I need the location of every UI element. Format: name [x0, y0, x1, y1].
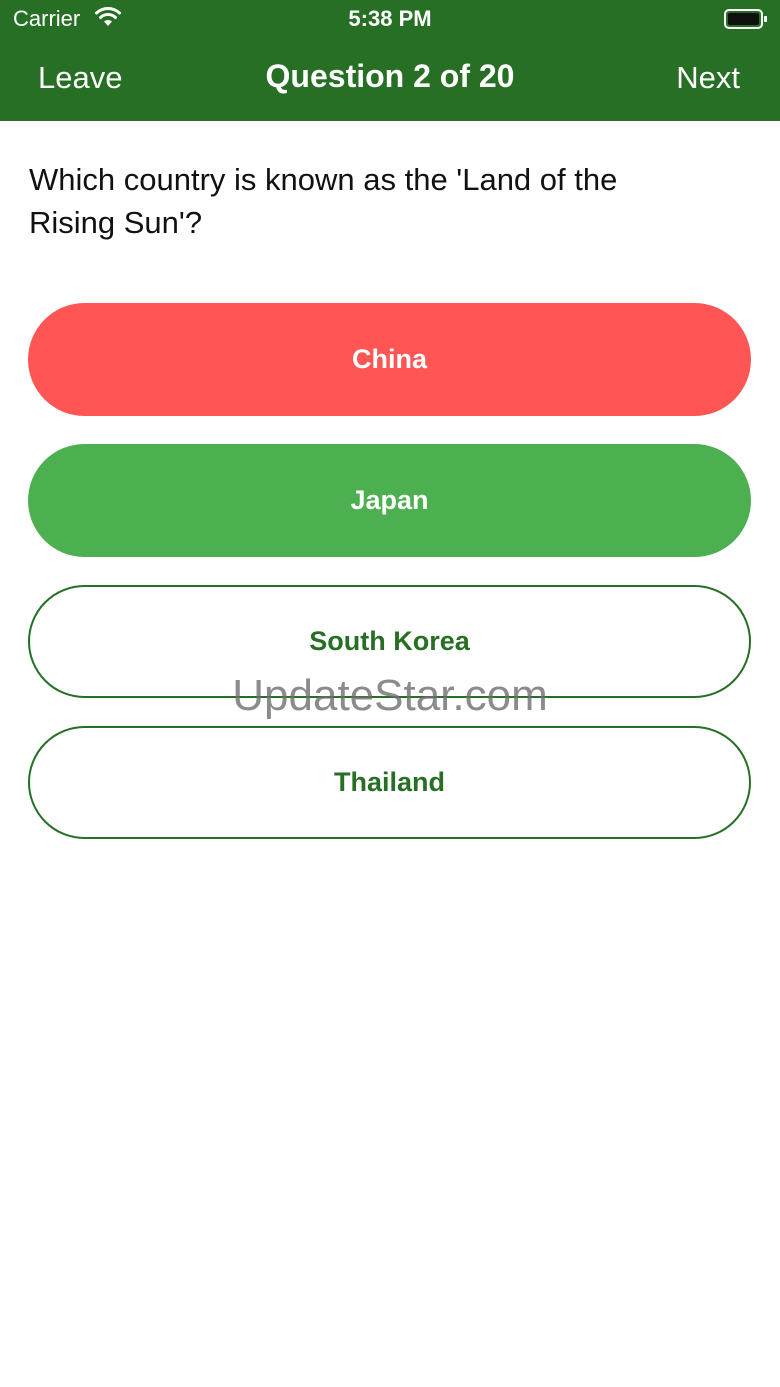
answer-button-china[interactable]: China	[28, 303, 751, 416]
answer-label: Japan	[350, 485, 429, 515]
answer-button-japan[interactable]: Japan	[28, 444, 751, 557]
top-bar: Carrier 5:38 PM Leave Question 2 of 20 N…	[0, 0, 780, 121]
answer-button-south-korea[interactable]: South Korea	[28, 585, 751, 698]
page-title: Question 2 of 20	[265, 58, 515, 94]
status-bar: Carrier 5:38 PM	[0, 0, 780, 40]
battery-icon	[724, 9, 767, 29]
nav-bar: Leave Question 2 of 20 Next	[0, 44, 780, 121]
question-text: Which country is known as the 'Land of t…	[29, 162, 618, 240]
answer-button-thailand[interactable]: Thailand	[28, 726, 751, 839]
answer-label: Thailand	[333, 767, 445, 797]
answer-label: South Korea	[309, 626, 470, 656]
answer-label: China	[351, 344, 427, 374]
clock: 5:38 PM	[348, 6, 432, 31]
next-button[interactable]: Next	[676, 60, 740, 96]
